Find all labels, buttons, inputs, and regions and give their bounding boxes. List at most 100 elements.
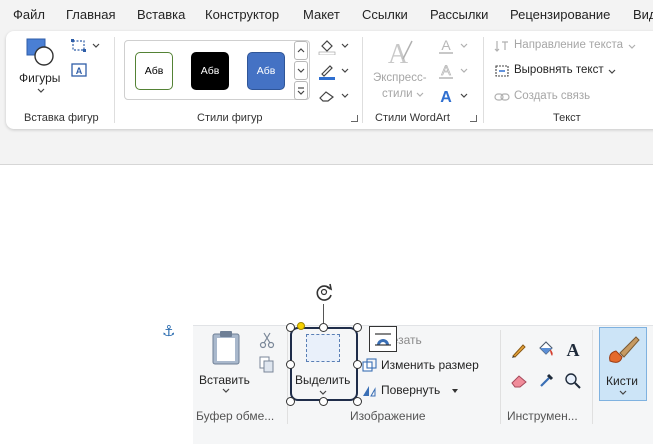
express-styles-button[interactable]: A Экспресс- стили <box>371 37 431 103</box>
tab-mailings[interactable]: Рассылки <box>430 7 488 22</box>
chevron-down-icon <box>222 388 230 393</box>
text-effects-icon: A <box>440 89 452 105</box>
paste-button[interactable]: Вставить <box>198 330 258 393</box>
gallery-more-button[interactable] <box>294 81 308 100</box>
image-selection-frame <box>290 327 358 401</box>
eraser-icon[interactable] <box>510 373 528 389</box>
group-label-image: Изображение <box>350 409 426 423</box>
group-divider <box>500 330 501 424</box>
tab-references[interactable]: Ссылки <box>362 7 408 22</box>
magnifier-icon[interactable] <box>564 372 582 390</box>
resize-handle-n[interactable] <box>319 323 328 332</box>
rotate-button[interactable]: Повернуть <box>362 381 462 399</box>
shape-outline-button[interactable] <box>318 62 350 80</box>
shape-style-label: Абв <box>256 65 276 77</box>
edit-shape-button[interactable] <box>70 37 100 55</box>
svg-text:A: A <box>441 62 451 78</box>
tab-layout[interactable]: Макет <box>303 7 340 22</box>
shape-fill-button[interactable] <box>318 37 350 55</box>
text-outline-button[interactable]: A <box>437 62 469 80</box>
chevron-down-icon <box>341 43 349 48</box>
chevron-down-icon <box>416 92 424 97</box>
svg-text:A: A <box>441 37 451 53</box>
anchor-icon: ⚓ <box>162 323 176 340</box>
edit-shape-icon <box>71 39 86 52</box>
paste-label: Вставить <box>199 373 250 387</box>
menu-tab-bar: Файл Главная Вставка Конструктор Макет С… <box>0 0 653 30</box>
text-effects-button[interactable]: A <box>437 87 469 105</box>
chevron-up-icon <box>297 48 305 53</box>
shape-style-label: Абв <box>144 65 164 77</box>
resize-handle-w[interactable] <box>286 360 295 369</box>
align-text-label: Выровнять текст <box>514 64 604 76</box>
text-outline-icon: A <box>439 62 453 79</box>
tab-review[interactable]: Рецензирование <box>510 7 610 22</box>
brushes-button[interactable]: Кисти <box>599 327 647 401</box>
gallery-scroll-up-button[interactable] <box>294 41 308 60</box>
resize-handle-s[interactable] <box>319 397 328 406</box>
svg-text:A: A <box>440 89 452 105</box>
svg-text:A: A <box>76 66 83 76</box>
group-label-insert-shapes: Вставка фигур <box>24 112 99 124</box>
svg-text:A: A <box>567 340 580 358</box>
shape-style-2[interactable]: Абв <box>191 52 229 90</box>
resize-icon <box>362 358 377 372</box>
text-tool-icon[interactable]: A <box>564 340 582 358</box>
text-direction-label: Направление текста <box>514 39 624 51</box>
chevron-down-icon <box>341 93 349 98</box>
text-box-button[interactable]: A <box>70 62 88 80</box>
clipboard-icon <box>212 331 240 365</box>
layout-options-button[interactable] <box>369 326 397 352</box>
gallery-scroll-down-button[interactable] <box>294 61 308 80</box>
group-divider <box>483 37 484 123</box>
resize-handle-sw[interactable] <box>286 397 295 406</box>
shape-style-label: Абв <box>200 65 220 77</box>
resize-handle-e[interactable] <box>353 360 362 369</box>
tab-view[interactable]: Вид <box>633 7 653 22</box>
chevron-down-icon <box>37 88 45 93</box>
shape-style-1[interactable]: Абв <box>135 52 173 90</box>
dialog-launcher-icon[interactable] <box>351 115 358 122</box>
wordart-a-icon: A <box>388 39 413 67</box>
resize-button[interactable]: Изменить размер <box>362 356 492 374</box>
adjust-handle-yellow[interactable] <box>297 322 305 330</box>
text-fill-icon: A <box>439 37 453 54</box>
shapes-icon <box>26 38 54 66</box>
resize-handle-ne[interactable] <box>353 323 362 332</box>
chevron-down-icon <box>619 390 627 395</box>
group-divider <box>592 330 593 424</box>
text-fill-button[interactable]: A <box>437 37 469 55</box>
tab-home[interactable]: Главная <box>66 7 115 22</box>
layout-options-icon <box>375 333 391 346</box>
color-picker-icon[interactable] <box>538 371 556 389</box>
resize-handle-nw[interactable] <box>286 323 295 332</box>
shape-effects-button[interactable] <box>318 87 350 105</box>
create-link-button[interactable]: Создать связь <box>494 89 604 106</box>
dialog-launcher-icon[interactable] <box>470 115 477 122</box>
group-divider <box>362 37 363 123</box>
chevron-down-icon <box>608 69 616 74</box>
create-link-label: Создать связь <box>514 90 591 102</box>
paint-bucket-icon <box>318 40 336 55</box>
rotate-handle-icon[interactable] <box>313 281 335 305</box>
tab-design[interactable]: Конструктор <box>205 7 279 22</box>
group-label-text: Текст <box>553 112 581 124</box>
text-direction-button[interactable]: Направление текста <box>494 38 644 55</box>
tab-insert[interactable]: Вставка <box>137 7 185 22</box>
pencil-icon[interactable] <box>510 341 528 359</box>
resize-handle-se[interactable] <box>353 397 362 406</box>
shape-style-3[interactable]: Абв <box>247 52 285 90</box>
copy-icon[interactable] <box>259 356 275 374</box>
scissors-icon[interactable] <box>259 331 275 349</box>
fill-bucket-icon[interactable] <box>536 340 556 358</box>
rotate-handle-line <box>323 304 324 323</box>
tab-file[interactable]: Файл <box>13 7 45 22</box>
shapes-label: Фигуры <box>19 71 61 85</box>
align-text-button[interactable]: Выровнять текст <box>494 63 624 80</box>
caret-down-icon <box>452 389 458 393</box>
chevron-down-icon <box>460 68 468 73</box>
gallery-more-icon <box>297 87 305 95</box>
pen-outline-icon <box>319 65 335 80</box>
group-label-shape-styles: Стили фигур <box>197 112 263 124</box>
shapes-button[interactable]: Фигуры <box>16 37 66 101</box>
